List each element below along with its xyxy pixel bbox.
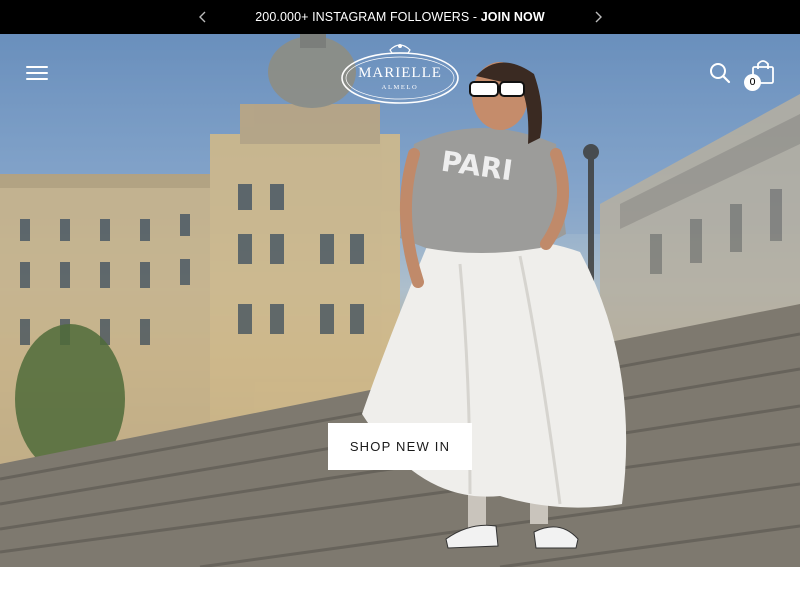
chevron-right-icon bbox=[595, 11, 602, 23]
menu-icon-bar bbox=[26, 78, 48, 80]
announcement-next-button[interactable] bbox=[583, 0, 613, 34]
announcement-prev-button[interactable] bbox=[188, 0, 218, 34]
announcement-bar: 200.000+ INSTAGRAM FOLLOWERS - JOIN NOW bbox=[0, 0, 800, 34]
join-now-link[interactable]: JOIN NOW bbox=[481, 10, 545, 24]
chevron-left-icon bbox=[199, 11, 206, 23]
logo-name: MARIELLE bbox=[358, 65, 442, 81]
hero-image: PARI bbox=[0, 34, 800, 567]
search-icon bbox=[710, 63, 731, 84]
logo-subtitle: ALMELO bbox=[381, 84, 419, 91]
announcement-message[interactable]: 200.000+ INSTAGRAM FOLLOWERS - JOIN NOW bbox=[255, 10, 545, 24]
search-button[interactable] bbox=[708, 61, 732, 85]
hero-banner[interactable]: PARI MARIELLE ALMELO 0 SHOP NEW IN bbox=[0, 34, 800, 567]
menu-button[interactable] bbox=[24, 62, 50, 84]
announcement-text: 200.000+ INSTAGRAM FOLLOWERS - bbox=[255, 10, 481, 24]
shop-new-in-button[interactable]: SHOP NEW IN bbox=[328, 423, 472, 470]
menu-icon-bar bbox=[26, 72, 48, 74]
store-logo[interactable]: MARIELLE ALMELO bbox=[338, 40, 462, 104]
hamburger-menu-icon bbox=[26, 66, 48, 68]
cart-count-badge: 0 bbox=[744, 74, 761, 91]
